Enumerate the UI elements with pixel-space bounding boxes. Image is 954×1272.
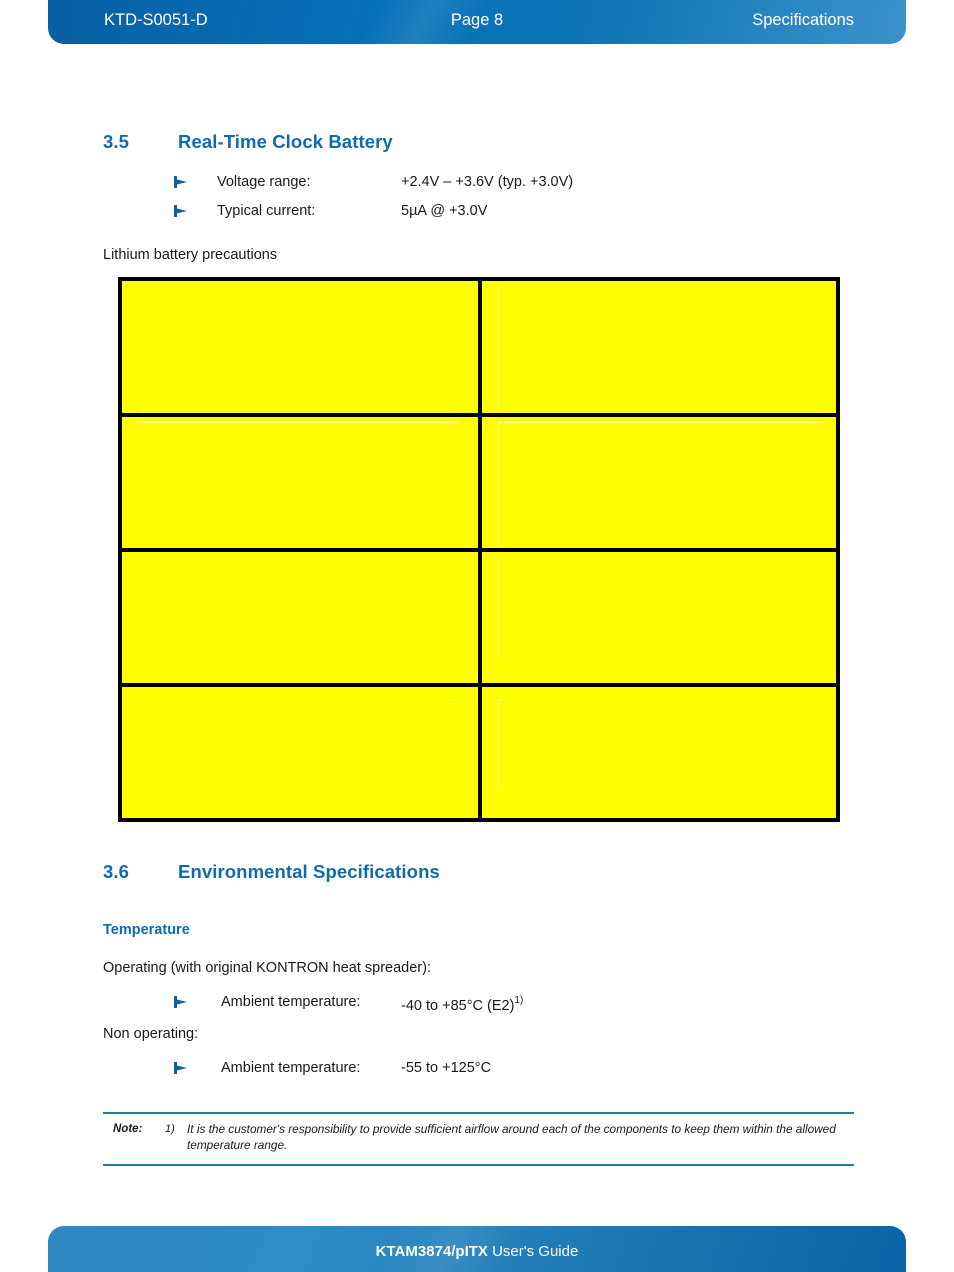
cell-ghost-rule <box>498 558 499 658</box>
footer-title: KTAM3874/pITX User's Guide <box>48 1242 906 1262</box>
bullet-arrow-icon <box>173 1061 189 1075</box>
heading-3-6-title: Environmental Specifications <box>178 861 440 882</box>
cell-ghost-rule <box>498 409 823 410</box>
precautions-caption: Lithium battery precautions <box>103 247 278 263</box>
cell-ghost-rule <box>498 422 823 423</box>
heading-3-5-number: 3.5 <box>103 131 130 152</box>
cell-ghost-rule <box>138 409 460 410</box>
bullet-arrow-icon <box>173 204 189 218</box>
spec-label-voltage-range: Voltage range: <box>217 174 311 190</box>
spec-label-ambient-operating: Ambient temperature: <box>221 994 361 1010</box>
table-cell <box>122 687 478 818</box>
page-footer: KTAM3874/pITX User's Guide <box>48 1226 906 1272</box>
header-section-title: Specifications <box>752 11 854 29</box>
table-cell <box>122 552 478 683</box>
spec-value-typical-current: 5µA @ +3.0V <box>401 203 488 219</box>
footnote-block: Note: 1) It is the customer's responsibi… <box>103 1112 854 1166</box>
table-cell <box>482 281 836 413</box>
table-cell <box>122 417 478 548</box>
lithium-precautions-table <box>118 277 840 822</box>
operating-caption: Operating (with original KONTRON heat sp… <box>103 960 431 976</box>
cell-ghost-rule <box>498 423 499 548</box>
table-cell <box>122 281 478 413</box>
note-rule-bottom <box>103 1164 854 1166</box>
note-text: It is the customer's responsibility to p… <box>187 1122 836 1152</box>
cell-ghost-rule <box>498 287 499 410</box>
table-cell <box>482 417 836 548</box>
bullet-arrow-icon <box>173 175 189 189</box>
spec-value-text: -40 to +85°C (E2) <box>401 997 515 1014</box>
note-content: Note: 1) It is the customer's responsibi… <box>103 1114 854 1164</box>
cell-ghost-rule <box>136 699 458 700</box>
bullet-arrow-icon <box>173 995 189 1009</box>
cell-ghost-rule <box>498 699 499 791</box>
page-header: KTD-S0051-D Page 8 Specifications <box>48 0 906 44</box>
footnote-marker: 1) <box>514 995 524 1006</box>
footer-suffix: User's Guide <box>487 1243 579 1260</box>
note-label: Note: <box>113 1123 143 1135</box>
heading-3-6-number: 3.6 <box>103 861 130 882</box>
cell-ghost-rule <box>498 699 823 700</box>
heading-3-5: 3.5 Real-Time Clock Battery <box>103 131 393 153</box>
table-cell <box>482 687 836 818</box>
spec-label-ambient-non-operating: Ambient temperature: <box>221 1060 361 1076</box>
cell-ghost-rule <box>136 422 458 423</box>
spec-value-ambient-non-operating: -55 to +125°C <box>401 1060 492 1076</box>
spec-label-typical-current: Typical current: <box>217 203 316 219</box>
note-marker: 1) <box>165 1123 175 1135</box>
table-cell <box>482 552 836 683</box>
spec-value-voltage-range: +2.4V – +3.6V (typ. +3.0V) <box>401 174 574 190</box>
footer-product-name: KTAM3874/pITX <box>375 1243 488 1260</box>
spec-value-ambient-operating: -40 to +85°C (E2)1) <box>401 992 523 1016</box>
heading-3-5-title: Real-Time Clock Battery <box>178 131 393 152</box>
heading-3-6: 3.6 Environmental Specifications <box>103 861 440 883</box>
subheading-temperature: Temperature <box>103 922 190 938</box>
non-operating-caption: Non operating: <box>103 1026 199 1042</box>
